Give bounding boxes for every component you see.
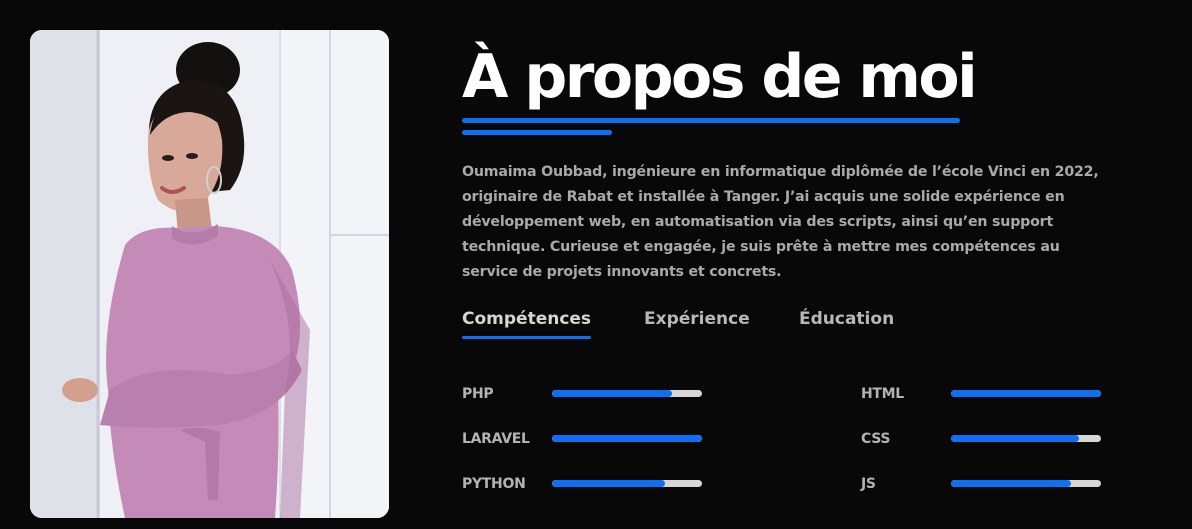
skill-bar: [951, 435, 1101, 442]
skill-name: LARAVEL: [462, 431, 530, 447]
skill-name: PYTHON: [462, 476, 526, 492]
skill-bar-fill: [951, 435, 1079, 442]
skill-bar-fill: [552, 480, 665, 487]
bio-text: Oumaima Oubbad, ingénieure en informatiq…: [462, 164, 1099, 280]
title-underline-accent: [462, 130, 612, 135]
skill-name: PHP: [462, 386, 494, 402]
skill-bar-fill: [951, 390, 1101, 397]
skill-bar: [951, 480, 1101, 487]
tab-education[interactable]: Éducation: [799, 306, 894, 332]
skill-bar: [552, 390, 702, 397]
section-title: À propos de moi: [462, 42, 978, 112]
skill-name: CSS: [861, 431, 891, 447]
profile-photo: [30, 30, 389, 518]
skill-bar: [552, 480, 702, 487]
skill-name: JS: [861, 476, 876, 492]
tab-competences[interactable]: Compétences: [462, 306, 592, 339]
skill-name: HTML: [861, 386, 904, 402]
skill-bar-fill: [552, 390, 672, 397]
title-underline: [462, 118, 960, 123]
tab-experience[interactable]: Expérience: [644, 306, 750, 332]
skill-bar-fill: [951, 480, 1071, 487]
skill-bar: [552, 435, 702, 442]
skill-bar-fill: [552, 435, 702, 442]
skill-bar: [951, 390, 1101, 397]
